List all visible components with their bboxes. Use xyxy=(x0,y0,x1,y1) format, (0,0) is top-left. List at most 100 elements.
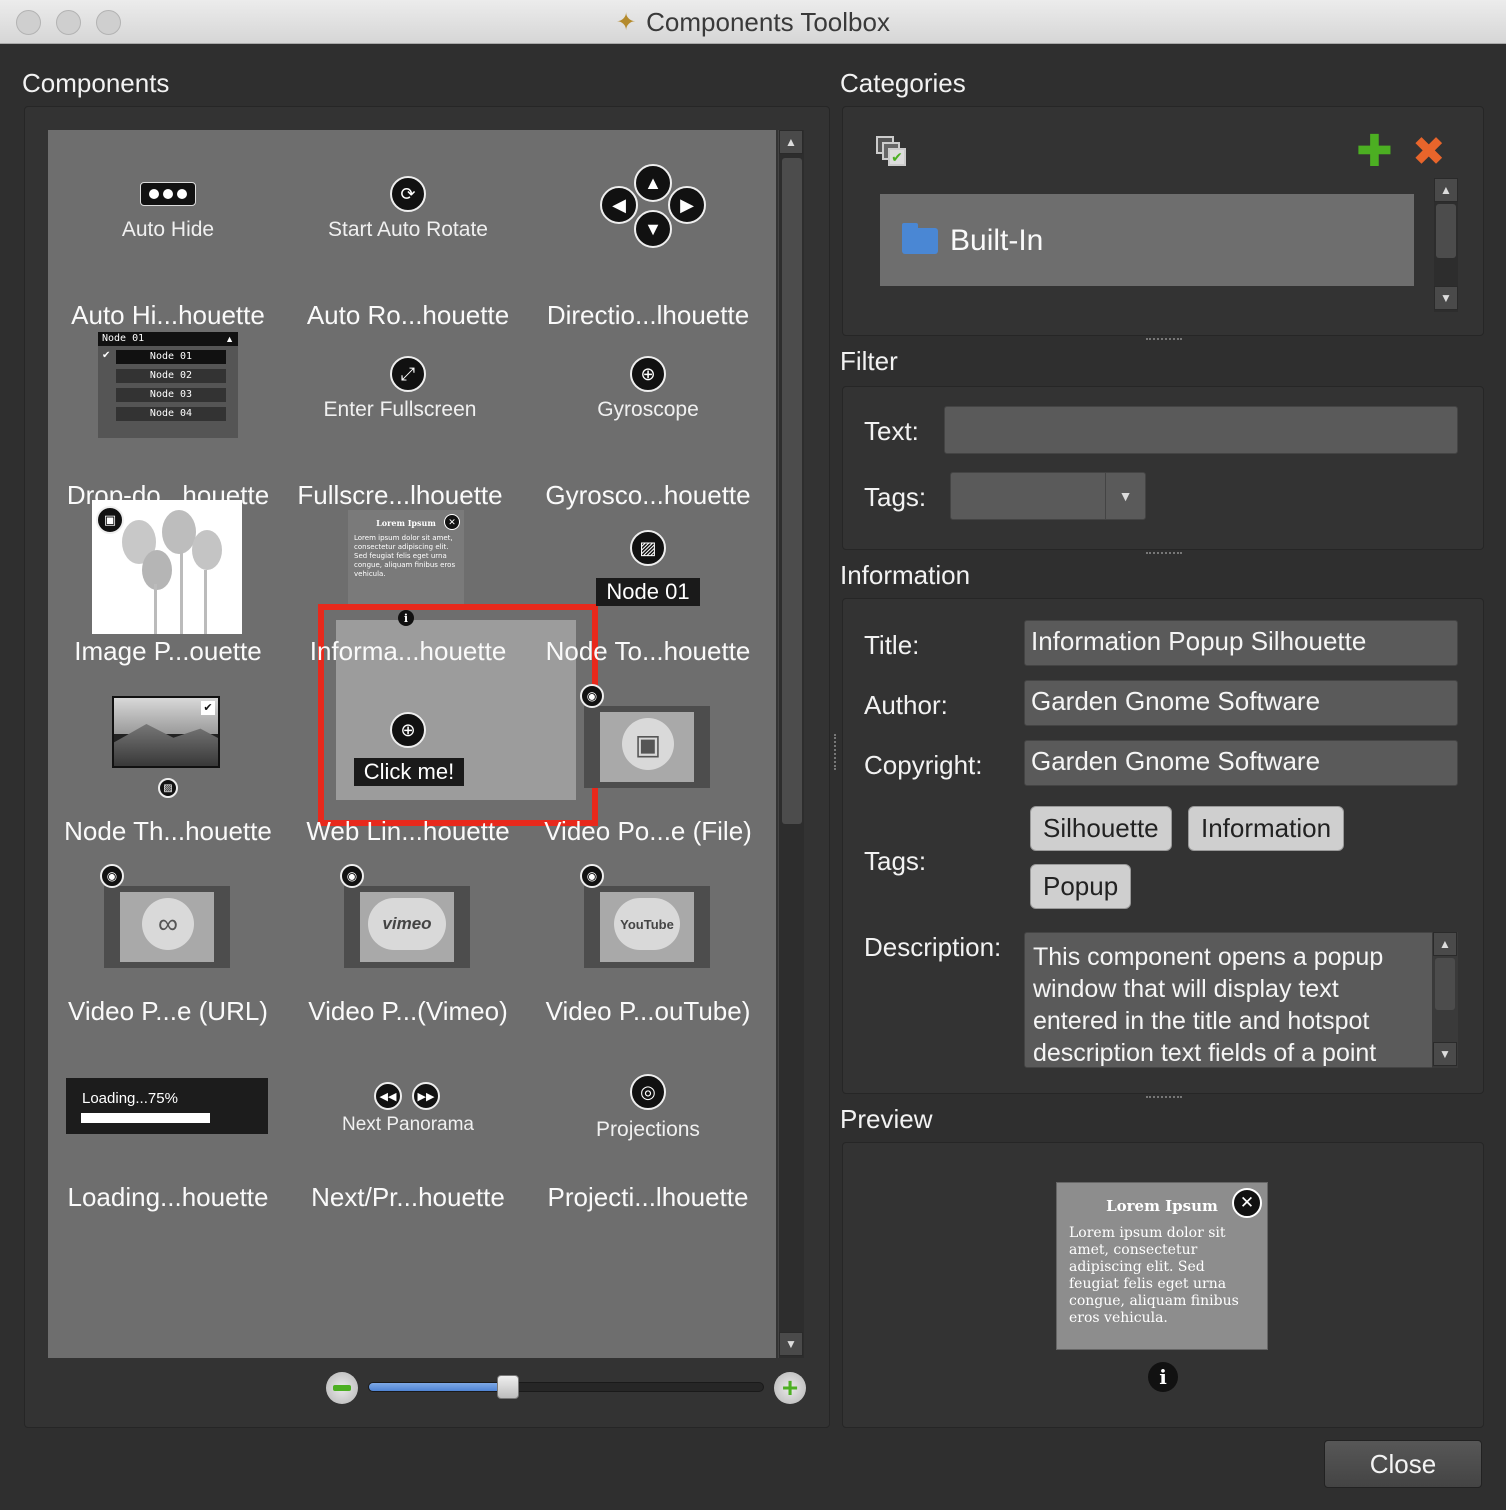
component-preview-label: Gyroscope xyxy=(597,398,699,421)
description-field[interactable]: This component opens a popup window that… xyxy=(1024,932,1458,1068)
title-field[interactable]: Information Popup Silhouette xyxy=(1024,620,1458,666)
scroll-up-button[interactable]: ▲ xyxy=(779,130,803,154)
author-field[interactable]: Garden Gnome Software xyxy=(1024,680,1458,726)
filter-text-input[interactable] xyxy=(944,406,1458,454)
zoom-out-button[interactable] xyxy=(326,1372,358,1404)
categories-scrollbar[interactable]: ▲ ▼ xyxy=(1434,178,1458,312)
close-button[interactable]: Close xyxy=(1324,1440,1482,1488)
component-projections[interactable]: ◎ Projections Projecti...lhouette xyxy=(528,1070,768,1250)
component-auto-rotate[interactable]: ⟳ Start Auto Rotate Auto Ro...houette xyxy=(288,170,528,350)
dropdown-icon: Node 01 ▲ ✔ Node 01 Node 02 Node 03 Node… xyxy=(98,332,238,438)
tag-silhouette[interactable]: Silhouette xyxy=(1030,806,1172,851)
splitter-grip[interactable] xyxy=(1146,552,1182,556)
camera-icon: ◉ xyxy=(580,684,604,708)
splitter-grip[interactable] xyxy=(834,734,838,770)
component-image-popup[interactable]: ▣ Image P...ouette xyxy=(48,500,288,710)
scroll-thumb[interactable] xyxy=(1436,204,1456,258)
component-direction[interactable]: ▲ ◀ ▶ ▼ Directio...lhouette xyxy=(528,164,768,350)
add-category-icon[interactable]: ✚ xyxy=(1356,130,1393,174)
scroll-thumb[interactable] xyxy=(782,158,802,824)
popup-title: Lorem Ipsum xyxy=(1106,1197,1218,1215)
scroll-up-button[interactable]: ▲ xyxy=(1434,178,1458,202)
preview-heading: Preview xyxy=(840,1104,933,1134)
information-heading: Information xyxy=(840,560,971,590)
splitter-grip[interactable] xyxy=(1146,1096,1182,1100)
zoom-slider-handle[interactable] xyxy=(497,1375,519,1399)
component-next-prev[interactable]: ◀◀ ▶▶ Next Panorama Next/Pr...houette xyxy=(288,1070,528,1250)
scroll-down-button[interactable]: ▼ xyxy=(779,1332,803,1356)
close-icon: ✕ xyxy=(444,514,460,530)
zoom-slider[interactable] xyxy=(368,1375,764,1399)
component-preview-label: Start Auto Rotate xyxy=(328,218,488,241)
component-name: Video P...(Vimeo) xyxy=(308,996,508,1026)
globe-icon: ⊕ xyxy=(390,712,426,748)
component-loading[interactable]: Loading...75% Loading...houette xyxy=(48,1070,288,1250)
component-fullscreen[interactable]: ⤢ Enter Fullscreen Fullscre...lhouette xyxy=(280,350,520,530)
component-preview-label: Projections xyxy=(596,1118,700,1141)
splitter-grip[interactable] xyxy=(1146,338,1182,342)
component-name: Informa...houette xyxy=(309,636,507,666)
floppy-icon: ▣ xyxy=(622,718,674,770)
title-bar: ✦ Components Toolbox xyxy=(0,0,1506,44)
component-video-url[interactable]: ∞ ◉ Video P...e (URL) xyxy=(48,864,288,1070)
component-gyroscope[interactable]: ⊕ Gyroscope Gyrosco...houette xyxy=(528,350,768,530)
component-video-vimeo[interactable]: vimeo ◉ Video P...(Vimeo) xyxy=(288,864,528,1070)
component-preview-label: Next Panorama xyxy=(341,1114,474,1135)
projection-icon: ◎ xyxy=(630,1074,666,1110)
categories-heading: Categories xyxy=(840,68,966,98)
components-scrollbar[interactable]: ▲ ▼ xyxy=(778,130,804,1358)
filter-text-label: Text: xyxy=(864,416,919,446)
component-name: Auto Ro...houette xyxy=(306,300,510,330)
author-label: Author: xyxy=(864,690,948,720)
youtube-icon: YouTube xyxy=(614,898,680,950)
description-scrollbar[interactable]: ▲ ▼ xyxy=(1432,932,1458,1068)
window-title: Components Toolbox xyxy=(646,6,890,37)
component-web-link[interactable]: ⊕ Click me! Web Lin...houette xyxy=(288,710,528,890)
scroll-down-button[interactable]: ▼ xyxy=(1433,1042,1457,1066)
component-video-youtube[interactable]: YouTube ◉ Video P...ouTube) xyxy=(528,864,768,1070)
select-all-icon[interactable]: ✔ xyxy=(876,136,908,168)
scroll-up-button[interactable]: ▲ xyxy=(1433,932,1457,956)
scroll-down-button[interactable]: ▼ xyxy=(1434,286,1458,310)
tag-popup[interactable]: Popup xyxy=(1030,864,1132,909)
film-strip: vimeo xyxy=(344,886,470,968)
picture-icon: ▨ xyxy=(158,778,178,798)
copyright-field[interactable]: Garden Gnome Software xyxy=(1024,740,1458,786)
info-icon: i xyxy=(398,610,414,626)
close-icon: ✕ xyxy=(1232,1188,1262,1218)
component-preview-label: Auto Hide xyxy=(121,218,215,241)
category-item-built-in[interactable]: Built-In xyxy=(880,194,1414,286)
app-icon: ✦ xyxy=(616,8,637,36)
remove-category-icon[interactable]: ✖ xyxy=(1412,130,1446,174)
copyright-label: Copyright: xyxy=(864,750,983,780)
component-information-popup[interactable]: Lorem Ipsum Lorem ipsum dolor sit amet, … xyxy=(288,510,528,710)
tags-label: Tags: xyxy=(864,846,927,876)
popup-text: Lorem ipsum dolor sit amet, consectetur … xyxy=(1069,1225,1239,1326)
link-icon: ∞ xyxy=(142,898,194,950)
component-preview-label: Enter Fullscreen xyxy=(323,398,477,421)
progress-icon: Loading...75% xyxy=(66,1078,268,1134)
component-name: Video Po...e (File) xyxy=(544,816,752,846)
filter-tags-select[interactable]: ▼ xyxy=(950,472,1146,520)
component-name: Directio...lhouette xyxy=(546,300,750,330)
description-label: Description: xyxy=(864,932,1002,962)
component-name: Web Lin...houette xyxy=(306,816,510,846)
component-name: Video P...e (URL) xyxy=(68,996,268,1026)
component-video-file[interactable]: ▣ ◉ Video Po...e (File) xyxy=(528,684,768,890)
filter-heading: Filter xyxy=(840,346,898,376)
component-auto-hide[interactable]: Auto Hide Auto Hi...houette xyxy=(48,170,288,350)
film-strip: YouTube xyxy=(584,886,710,968)
scroll-thumb[interactable] xyxy=(1435,958,1455,1010)
component-name: Image P...ouette xyxy=(74,636,262,666)
tag-information[interactable]: Information xyxy=(1188,806,1345,851)
component-node-thumbnail[interactable]: ✔ ▨ Node Th...houette xyxy=(48,696,288,890)
chevron-down-icon: ▼ xyxy=(1105,473,1145,519)
component-name: Fullscre...lhouette xyxy=(297,480,503,510)
film-strip: ▣ xyxy=(584,706,710,788)
component-node-tooltip[interactable]: ▨ Node 01 Node To...houette xyxy=(528,530,768,710)
image-icon: ▣ xyxy=(96,506,124,534)
zoom-in-button[interactable]: + xyxy=(774,1372,806,1404)
component-name: Node Th...houette xyxy=(64,816,272,846)
component-name: Projecti...lhouette xyxy=(547,1182,749,1212)
camera-icon: ◉ xyxy=(100,864,124,888)
